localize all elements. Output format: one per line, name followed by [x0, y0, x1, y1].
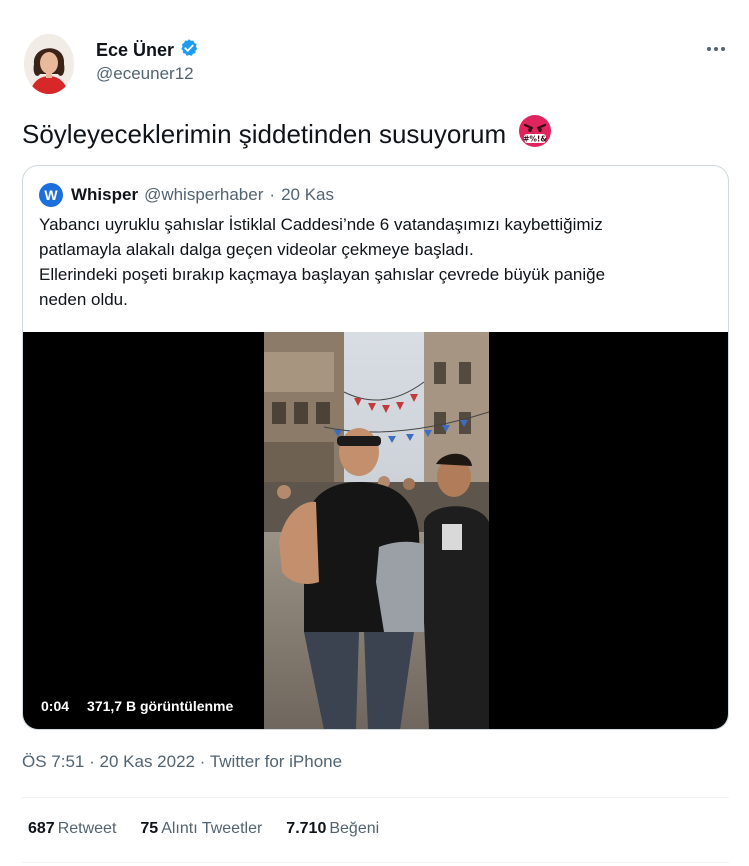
author-handle[interactable]: @eceuner12 — [96, 64, 194, 84]
quoted-text-line: neden oldu. — [39, 290, 128, 309]
author-avatar[interactable] — [24, 34, 74, 94]
divider — [22, 862, 729, 863]
video-player[interactable]: 0:04 371,7 B görüntülenme — [23, 332, 728, 729]
tweet-body: Söyleyeceklerimin şiddetinden susuyorum — [22, 119, 507, 149]
likes-label: Beğeni — [329, 820, 380, 837]
quotes-stat[interactable]: 75 Alıntı Tweetler — [140, 820, 262, 838]
quoted-tweet-text: Yabancı uyruklu şahıslar İstiklal Caddes… — [39, 212, 719, 312]
tweet-stats: 687 Retweet 75 Alıntı Tweetler 7.710 Beğeni — [28, 820, 379, 838]
quoted-author-handle: @whisperhaber — [144, 185, 264, 204]
divider — [22, 797, 729, 798]
author-name-row[interactable]: Ece Üner — [96, 38, 199, 63]
whisper-logo-icon: W — [39, 183, 63, 207]
likes-stat[interactable]: 7.710 Beğeni — [286, 820, 379, 838]
tweet-source[interactable]: Twitter for iPhone — [210, 752, 342, 771]
quoted-date[interactable]: 20 Kas — [281, 185, 334, 205]
quotes-label: Alıntı Tweetler — [161, 820, 263, 837]
meta-separator: · — [89, 752, 95, 771]
video-duration: 0:04 — [35, 696, 76, 716]
quoted-tweet-card[interactable]: W Whisper @whisperhaber · 20 Kas Yabancı… — [22, 165, 729, 730]
retweets-label: Retweet — [57, 820, 117, 837]
quoted-text-line: patlamayla alakalı dalga geçen videolar … — [39, 240, 474, 259]
quotes-count: 75 — [140, 820, 159, 837]
quoted-text-line: Yabancı uyruklu şahıslar İstiklal Caddes… — [39, 215, 603, 234]
quoted-tweet-header: W Whisper @whisperhaber · 20 Kas — [39, 183, 334, 207]
likes-count: 7.710 — [286, 820, 327, 837]
author-name[interactable]: Ece Üner — [96, 40, 174, 61]
video-overlay: 0:04 371,7 B görüntülenme — [35, 696, 240, 716]
quoted-author-name: Whisper — [71, 185, 139, 204]
angry-face-icon: #%!& — [518, 114, 552, 155]
quoted-separator: · — [269, 185, 276, 204]
tweet-text: Söyleyeceklerimin şiddetinden susuyorum … — [22, 114, 552, 155]
tweet-meta: ÖS 7:51 · 20 Kas 2022 · Twitter for iPho… — [22, 752, 342, 772]
meta-separator: · — [199, 752, 206, 771]
verified-badge-icon — [179, 38, 199, 63]
more-options-icon[interactable] — [707, 44, 729, 54]
quoted-text-line: Ellerindeki poşeti bırakıp kaçmaya başla… — [39, 265, 606, 284]
tweet-time[interactable]: ÖS 7:51 — [22, 752, 84, 771]
avatar-image — [24, 34, 74, 94]
video-frame — [264, 332, 489, 729]
video-views: 371,7 B görüntülenme — [81, 696, 240, 716]
retweets-count: 687 — [28, 820, 55, 837]
tweet-date[interactable]: 20 Kas 2022 — [100, 752, 195, 771]
angry-face-symbols: #%!& — [523, 135, 547, 144]
retweets-stat[interactable]: 687 Retweet — [28, 820, 116, 838]
